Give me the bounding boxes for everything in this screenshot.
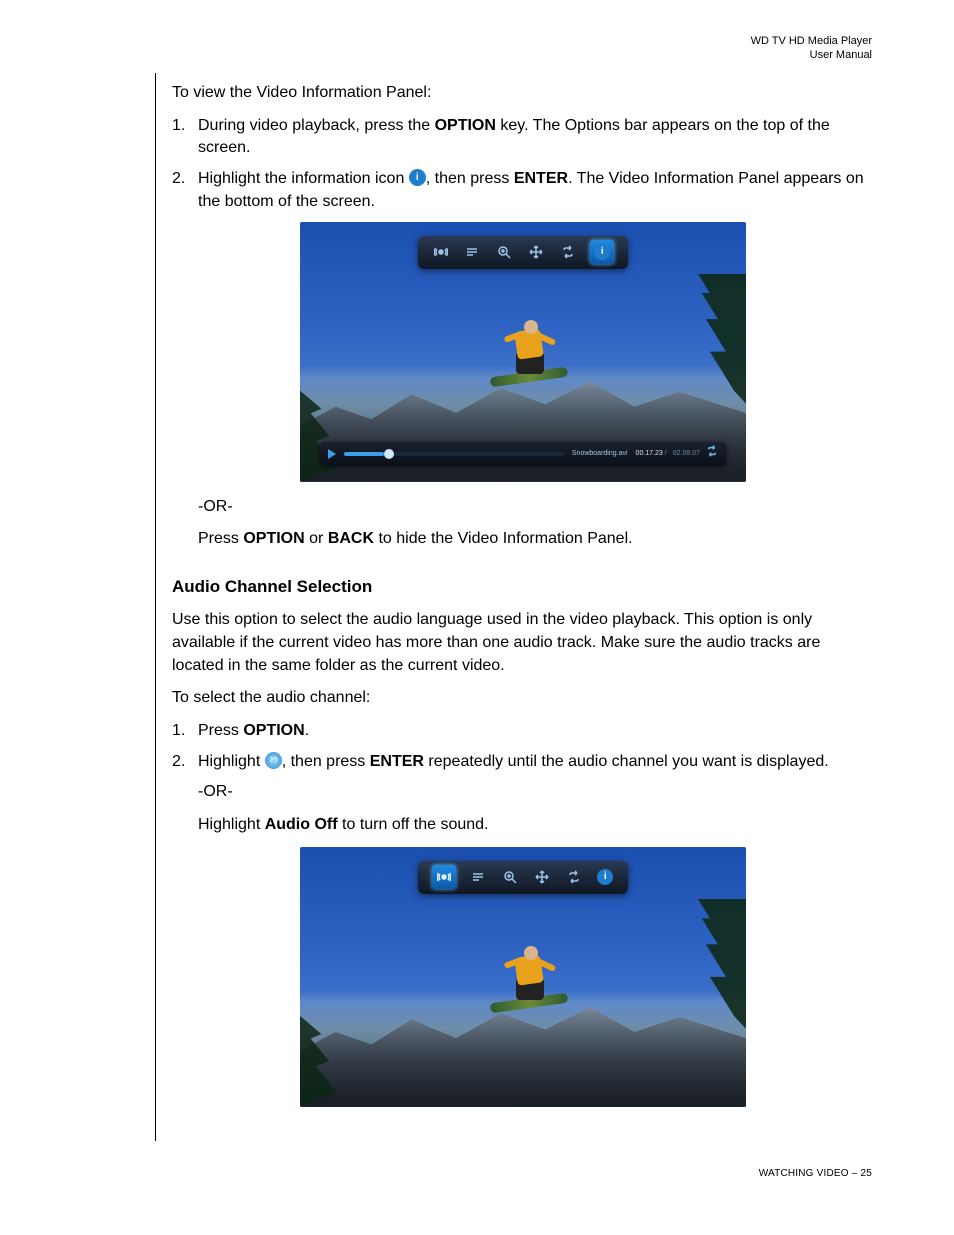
steps-list-1: 1. During video playback, press the OPTI… xyxy=(172,115,874,214)
chapter-icon[interactable] xyxy=(469,868,487,886)
audio-channel-icon[interactable] xyxy=(432,243,450,261)
header-product: WD TV HD Media Player xyxy=(751,34,872,48)
hide-panel-instruction: Press OPTION or BACK to hide the Video I… xyxy=(198,528,874,551)
zoom-icon[interactable] xyxy=(495,243,513,261)
repeat-icon[interactable] xyxy=(559,243,577,261)
video-info-panel: Snowboarding.avi 00.17.23 / 02.08.07 xyxy=(320,442,726,466)
info-icon-highlighted[interactable]: i xyxy=(590,240,614,264)
step-body: During video playback, press the OPTION … xyxy=(198,115,874,160)
figure-1-wrap: i Snowboarding.avi 00.17.23 / 02.08.07 xyxy=(172,222,874,482)
repeat-icon[interactable] xyxy=(565,868,583,886)
video-playback-screenshot-2: i xyxy=(300,847,746,1107)
audio-channel-lead: To select the audio channel: xyxy=(172,687,874,710)
intro-text: To view the Video Information Panel: xyxy=(172,82,874,105)
key-option: OPTION xyxy=(435,117,496,134)
trees-right xyxy=(666,274,746,404)
audio-off-label: Audio Off xyxy=(265,816,338,833)
page-content: To view the Video Information Panel: 1. … xyxy=(172,82,874,1121)
info-icon: i xyxy=(409,169,426,186)
or-text: -OR- xyxy=(198,496,874,519)
step-item: 1. During video playback, press the OPTI… xyxy=(172,115,874,160)
info-icon[interactable]: i xyxy=(596,868,614,886)
or-text-2: -OR- xyxy=(198,781,874,804)
pan-icon[interactable] xyxy=(527,243,545,261)
trees-right xyxy=(666,899,746,1029)
progress-knob[interactable] xyxy=(384,449,394,459)
time-separator: / xyxy=(665,449,667,459)
snowboarder-graphic xyxy=(496,320,576,400)
key-enter: ENTER xyxy=(514,170,568,187)
info-circle-icon: i xyxy=(597,869,613,885)
header-doctype: User Manual xyxy=(751,48,872,62)
pan-icon[interactable] xyxy=(533,868,551,886)
page-footer: WATCHING VIDEO – 25 xyxy=(759,1168,872,1179)
video-playback-screenshot-1: i Snowboarding.avi 00.17.23 / 02.08.07 xyxy=(300,222,746,482)
options-bar: i xyxy=(418,861,628,894)
step-body: Highlight the information icon i, then p… xyxy=(198,168,874,213)
step-item: 2. Highlight , then press ENTER repeated… xyxy=(172,751,874,774)
total-duration: 02.08.07 xyxy=(673,449,700,459)
step-number: 2. xyxy=(172,168,198,213)
key-option: OPTION xyxy=(243,530,304,547)
step-item: 1. Press OPTION. xyxy=(172,720,874,743)
audio-channel-icon xyxy=(265,752,282,769)
step-number: 1. xyxy=(172,115,198,160)
audio-off-instruction: Highlight Audio Off to turn off the soun… xyxy=(198,814,874,837)
chapter-icon[interactable] xyxy=(463,243,481,261)
info-circle-icon: i xyxy=(594,244,610,260)
step-item: 2. Highlight the information icon i, the… xyxy=(172,168,874,213)
audio-channel-description: Use this option to select the audio lang… xyxy=(172,609,874,677)
vertical-margin-rule xyxy=(155,73,156,1141)
options-bar: i xyxy=(418,236,628,269)
repeat-status-icon xyxy=(706,442,718,465)
key-enter: ENTER xyxy=(370,753,424,770)
video-filename: Snowboarding.avi xyxy=(572,449,628,459)
step-body: Press OPTION. xyxy=(198,720,874,743)
page-header: WD TV HD Media Player User Manual xyxy=(751,34,872,63)
key-option: OPTION xyxy=(243,722,304,739)
section-audio-channel-title: Audio Channel Selection xyxy=(172,575,874,599)
steps-list-2: 1. Press OPTION. 2. Highlight , then pre… xyxy=(172,720,874,773)
step-number: 2. xyxy=(172,751,198,774)
zoom-icon[interactable] xyxy=(501,868,519,886)
figure-2-wrap: i xyxy=(172,847,874,1107)
snowboarder-graphic xyxy=(496,946,576,1026)
step-number: 1. xyxy=(172,720,198,743)
progress-fill xyxy=(344,452,384,456)
key-back: BACK xyxy=(328,530,374,547)
progress-track[interactable] xyxy=(344,452,564,456)
elapsed-time: 00.17.23 xyxy=(636,449,663,459)
audio-channel-icon-highlighted[interactable] xyxy=(432,865,456,889)
play-icon[interactable] xyxy=(328,449,336,459)
step-body: Highlight , then press ENTER repeatedly … xyxy=(198,751,874,774)
